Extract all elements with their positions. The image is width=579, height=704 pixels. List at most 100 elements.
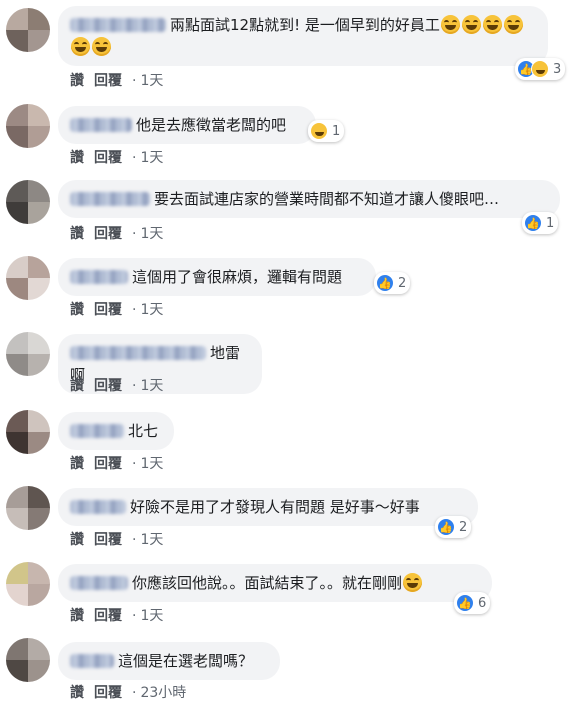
timestamp[interactable]: 1天 (140, 302, 163, 318)
avatar[interactable] (6, 638, 50, 682)
comment-actions: 讚回覆 · 1天 (70, 529, 173, 549)
reaction-summary[interactable]: 👍 3 (515, 58, 566, 80)
timestamp[interactable]: 1天 (140, 73, 163, 89)
timestamp[interactable]: 1天 (140, 456, 163, 472)
reply-button[interactable]: 回覆 (94, 456, 122, 472)
reaction-summary[interactable]: 1 (308, 120, 345, 142)
avatar[interactable] (6, 486, 50, 530)
comment-bubble: 北七 (58, 412, 174, 450)
grinning-squint-emoji-icon (403, 573, 423, 592)
thumbs-up-icon: 👍 (524, 214, 542, 232)
reply-button[interactable]: 回覆 (94, 73, 122, 89)
commenter-name[interactable] (70, 118, 132, 132)
like-button[interactable]: 讚 (70, 608, 84, 624)
reply-button[interactable]: 回覆 (94, 302, 122, 318)
like-button[interactable]: 讚 (70, 150, 84, 166)
separator: · (132, 456, 137, 472)
haha-icon (310, 122, 328, 140)
commenter-name[interactable] (70, 576, 128, 590)
comment-text: 這個是在選老闆嗎？ (118, 652, 254, 670)
reaction-summary[interactable]: 👍 2 (435, 516, 472, 538)
grinning-squint-emoji-icon (461, 15, 481, 34)
comment-bubble: 兩點面試12點就到! 是一個早到的好員工 (58, 6, 548, 66)
like-button[interactable]: 讚 (70, 685, 84, 701)
comment-bubble: 這個是在選老闆嗎？ (58, 642, 280, 680)
timestamp[interactable]: 23小時 (140, 685, 186, 701)
avatar[interactable] (6, 332, 50, 376)
comment-text: 要去面試連店家的營業時間都不知道才讓人傻眼吧… (154, 190, 500, 208)
grinning-squint-emoji-icon (71, 37, 90, 56)
separator: · (132, 226, 137, 242)
separator: · (132, 532, 137, 548)
commenter-name[interactable] (70, 654, 114, 668)
reply-button[interactable]: 回覆 (94, 150, 122, 166)
reply-button[interactable]: 回覆 (94, 608, 122, 624)
comment-text: 你應該回他說。。面試結束了。。就在剛剛 (132, 574, 403, 592)
thumbs-up-icon: 👍 (437, 518, 455, 536)
comment-bubble: 要去面試連店家的營業時間都不知道才讓人傻眼吧… (58, 180, 560, 218)
comment-item: 好險不是用了才發現人有問題 是好事～好事 👍 2 讚回覆 · 1天 (0, 482, 579, 552)
like-button[interactable]: 讚 (70, 302, 84, 318)
commenter-name[interactable] (70, 192, 150, 206)
timestamp[interactable]: 1天 (140, 378, 163, 394)
separator: · (132, 302, 137, 318)
comment-actions: 讚回覆 · 1天 (70, 453, 173, 473)
comment-bubble: 他是去應徵當老闆的吧 (58, 106, 316, 144)
separator: · (132, 73, 137, 89)
reply-button[interactable]: 回覆 (94, 685, 122, 701)
commenter-name[interactable] (70, 270, 128, 284)
avatar[interactable] (6, 180, 50, 224)
reaction-count: 6 (478, 595, 487, 611)
avatar[interactable] (6, 256, 50, 300)
grinning-squint-emoji-icon (440, 15, 460, 34)
comment-actions: 讚回覆 · 1天 (70, 299, 173, 319)
comment-item: 要去面試連店家的營業時間都不知道才讓人傻眼吧… 👍 1 讚回覆 · 1天 (0, 176, 579, 246)
comment-item: 你應該回他說。。面試結束了。。就在剛剛 👍 6 讚回覆 · 1天 (0, 558, 579, 630)
reaction-count: 3 (553, 61, 562, 77)
comment-item: 北七 讚回覆 · 1天 (0, 404, 579, 476)
grinning-squint-emoji-icon (92, 37, 111, 56)
timestamp[interactable]: 1天 (140, 226, 163, 242)
avatar[interactable] (6, 562, 50, 606)
timestamp[interactable]: 1天 (140, 532, 163, 548)
avatar[interactable] (6, 104, 50, 148)
commenter-name[interactable] (70, 346, 206, 360)
comment-text: 北七 (128, 422, 159, 440)
reaction-count: 2 (459, 519, 468, 535)
reaction-summary[interactable]: 👍 6 (454, 592, 491, 614)
reply-button[interactable]: 回覆 (94, 378, 122, 394)
comment-bubble: 好險不是用了才發現人有問題 是好事～好事 (58, 488, 478, 526)
reply-button[interactable]: 回覆 (94, 532, 122, 548)
comment-text: 好險不是用了才發現人有問題 是好事～好事 (130, 498, 420, 516)
avatar[interactable] (6, 8, 50, 52)
like-button[interactable]: 讚 (70, 378, 84, 394)
comment-actions: 讚回覆 · 1天 (70, 223, 173, 243)
like-button[interactable]: 讚 (70, 532, 84, 548)
separator: · (132, 685, 137, 701)
timestamp[interactable]: 1天 (140, 608, 163, 624)
reaction-summary[interactable]: 👍 1 (522, 212, 559, 234)
comment-bubble: 這個用了會很麻煩，邏輯有問題 (58, 258, 376, 296)
comment-text: 他是去應徵當老闆的吧 (136, 116, 287, 134)
comment-text: 兩點面試12點就到! 是一個早到的好員工 (170, 16, 440, 34)
haha-icon (531, 60, 549, 78)
comment-actions: 讚回覆 · 1天 (70, 605, 173, 625)
like-button[interactable]: 讚 (70, 456, 84, 472)
comment-item: 兩點面試12點就到! 是一個早到的好員工 👍 3 讚回覆 · 1天 (0, 0, 579, 90)
reply-button[interactable]: 回覆 (94, 226, 122, 242)
separator: · (132, 608, 137, 624)
avatar[interactable] (6, 410, 50, 454)
like-button[interactable]: 讚 (70, 226, 84, 242)
timestamp[interactable]: 1天 (140, 150, 163, 166)
commenter-name[interactable] (70, 18, 166, 32)
reaction-summary[interactable]: 👍 2 (374, 272, 411, 294)
grinning-squint-emoji-icon (482, 15, 502, 34)
like-button[interactable]: 讚 (70, 73, 84, 89)
commenter-name[interactable] (70, 500, 126, 514)
commenter-name[interactable] (70, 424, 124, 438)
thumbs-up-icon: 👍 (376, 274, 394, 292)
comment-actions: 讚回覆 · 23小時 (70, 682, 196, 702)
comment-item: 地雷啊 讚回覆 · 1天 (0, 328, 579, 398)
separator: · (132, 378, 137, 394)
comment-actions: 讚回覆 · 1天 (70, 70, 173, 90)
